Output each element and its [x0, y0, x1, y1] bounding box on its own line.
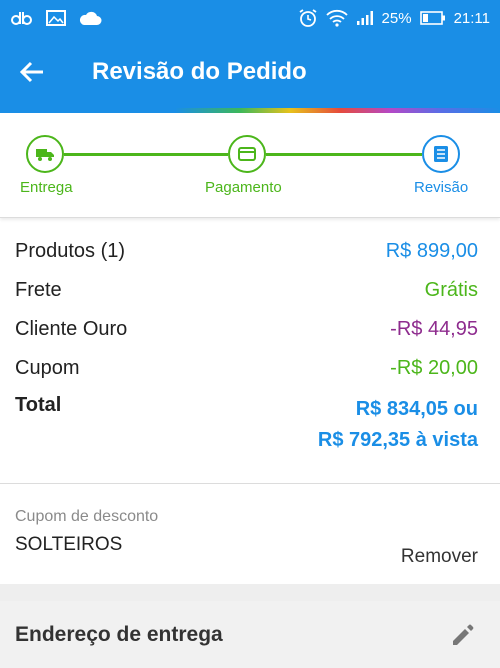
order-summary: Produtos (1) R$ 899,00 Frete Grátis Clie…: [0, 232, 500, 456]
alarm-icon: [298, 8, 318, 28]
summary-label: Produtos (1): [15, 240, 126, 262]
signal-icon: [356, 10, 374, 26]
battery-icon: [419, 11, 446, 25]
step-label-entrega: Entrega: [20, 179, 73, 196]
address-title: Endereço de entrega: [15, 622, 223, 646]
clock: 21:11: [453, 9, 490, 27]
summary-label: Cupom: [15, 357, 80, 379]
credit-card-icon: [238, 147, 256, 161]
image-icon: [46, 10, 66, 26]
step-pagamento[interactable]: [228, 135, 266, 173]
step-entrega[interactable]: [26, 135, 64, 173]
step-label-pagamento: Pagamento: [205, 179, 282, 196]
list-icon: [434, 146, 448, 162]
summary-label: Frete: [15, 279, 62, 301]
step-label-revisao: Revisão: [414, 179, 469, 196]
step-revisao[interactable]: [422, 135, 460, 173]
total-values: R$ 834,05 ou R$ 792,35 à vista: [318, 394, 478, 456]
remove-coupon-button[interactable]: Remover: [401, 546, 478, 584]
summary-value: -R$ 20,00: [390, 357, 478, 379]
checkout-stepper: Entrega Pagamento Revisão: [0, 113, 500, 218]
truck-icon: [36, 149, 54, 161]
summary-value: -R$ 44,95: [390, 318, 478, 340]
back-button[interactable]: [0, 36, 64, 108]
step-connector: [266, 153, 422, 156]
cloud-icon: [78, 10, 102, 26]
summary-row-cupom: Cupom -R$ 20,00: [15, 349, 478, 388]
notification-app-icon: [10, 10, 34, 26]
address-header: Endereço de entrega: [0, 601, 500, 668]
page-title: Revisão do Pedido: [92, 58, 307, 85]
summary-value: Grátis: [424, 279, 478, 301]
pencil-icon: [453, 624, 474, 645]
coupon-label: Cupom de desconto: [15, 508, 159, 525]
coupon-code: SOLTEIROS: [15, 534, 123, 555]
status-bar: 25% 21:11: [0, 0, 500, 36]
app-bar: Revisão do Pedido: [0, 36, 500, 108]
arrow-left-icon: [19, 61, 43, 83]
total-installment: R$ 834,05 ou: [355, 398, 478, 420]
summary-row-frete: Frete Grátis: [15, 271, 478, 310]
summary-label: Cliente Ouro: [15, 318, 128, 340]
total-label: Total: [15, 394, 62, 416]
section-gap: [0, 584, 500, 601]
summary-row-produtos: Produtos (1) R$ 899,00: [15, 232, 478, 271]
wifi-icon: [325, 9, 348, 27]
summary-row-cliente-ouro: Cliente Ouro -R$ 44,95: [15, 310, 478, 349]
coupon-section: Cupom de desconto SOLTEIROS Remover: [0, 484, 500, 584]
step-connector: [64, 153, 228, 156]
edit-address-button[interactable]: [450, 622, 476, 648]
total-cash: R$ 792,35 à vista: [317, 429, 478, 451]
summary-row-total: Total R$ 834,05 ou R$ 792,35 à vista: [15, 388, 478, 456]
battery-percent: 25%: [381, 9, 412, 27]
summary-value: R$ 899,00: [385, 240, 478, 262]
